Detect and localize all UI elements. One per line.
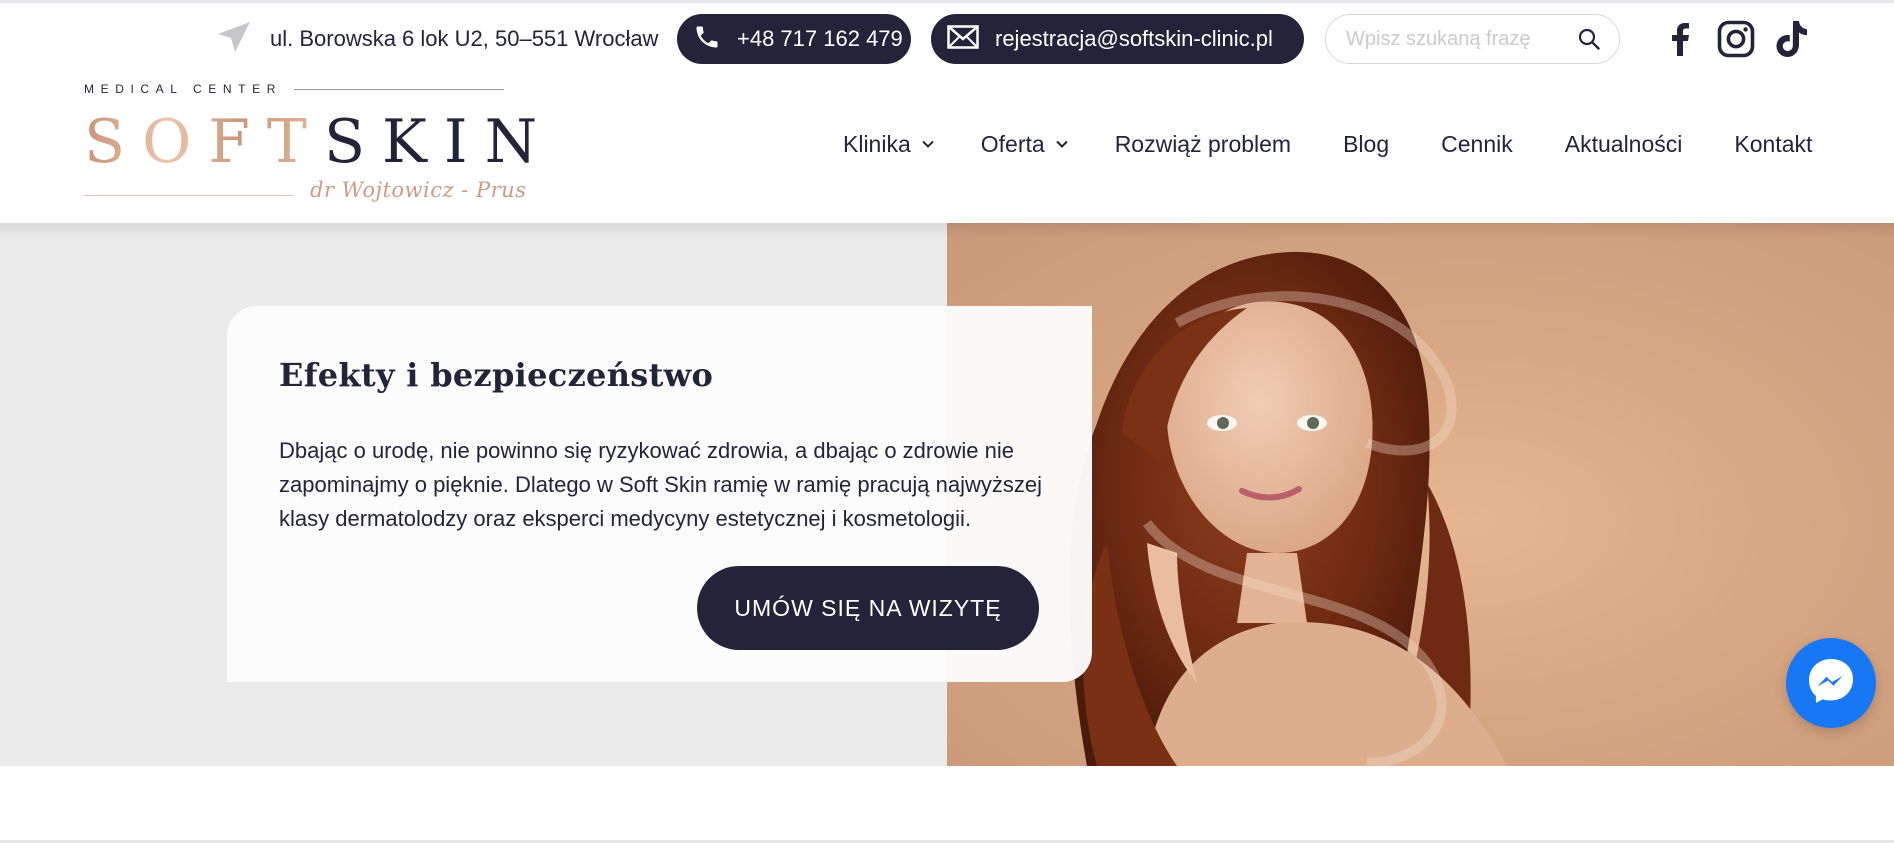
nav-item-cennik[interactable]: Cennik bbox=[1441, 131, 1513, 158]
messenger-icon bbox=[1805, 655, 1857, 712]
envelope-icon bbox=[947, 24, 979, 54]
nav-item-label: Oferta bbox=[980, 130, 1045, 157]
email-button[interactable]: rejestracja@softskin-clinic.pl bbox=[931, 14, 1304, 64]
nav-item-label: Blog bbox=[1343, 130, 1390, 157]
nav-item-label: Klinika bbox=[843, 130, 911, 157]
address-block: ul. Borowska 6 lok U2, 50–551 Wrocław bbox=[216, 20, 659, 59]
location-arrow-icon bbox=[216, 20, 252, 59]
nav-item-rozwiaz-problem[interactable]: Rozwiąż problem bbox=[1115, 131, 1291, 158]
hero-card: Efekty i bezpieczeństwo Dbając o urodę, … bbox=[227, 306, 1092, 682]
logo-divider-bottom bbox=[84, 195, 294, 196]
logo-wordmark: SOFTSKIN bbox=[84, 112, 554, 172]
nav-item-label: Kontakt bbox=[1734, 130, 1813, 157]
hero-description: Dbając o urodę, nie powinno się ryzykowa… bbox=[279, 438, 1042, 531]
phone-button[interactable]: +48 717 162 479 bbox=[677, 14, 911, 64]
chevron-down-icon bbox=[921, 139, 935, 149]
logo-kicker: MEDICAL CENTER bbox=[84, 82, 282, 96]
main-nav: Klinika Oferta Rozwiąż problem Blog Cenn… bbox=[843, 126, 1812, 162]
phone-number: +48 717 162 479 bbox=[737, 26, 903, 51]
logo-signature: dr Wojtowicz - Prus bbox=[310, 178, 527, 202]
chevron-down-icon bbox=[1055, 139, 1069, 149]
logo-divider-top bbox=[294, 89, 504, 90]
nav-item-kontakt[interactable]: Kontakt bbox=[1734, 131, 1812, 158]
logo-word-soft: SOFT bbox=[84, 107, 324, 177]
nav-item-label: Cennik bbox=[1441, 130, 1513, 157]
nav-item-blog[interactable]: Blog bbox=[1343, 131, 1389, 158]
logo[interactable]: MEDICAL CENTER SOFTSKIN dr Wojtowicz - P… bbox=[84, 80, 537, 212]
book-visit-button[interactable]: UMÓW SIĘ NA WIZYTĘ bbox=[697, 566, 1039, 650]
nav-item-label: Rozwiąż problem bbox=[1114, 130, 1292, 157]
instagram-icon[interactable] bbox=[1716, 18, 1756, 60]
facebook-icon[interactable] bbox=[1660, 18, 1700, 60]
nav-item-oferta[interactable]: Oferta bbox=[981, 131, 1069, 158]
nav-item-klinika[interactable]: Klinika bbox=[843, 131, 935, 158]
nav-item-label: Aktualności bbox=[1564, 130, 1683, 157]
hero-title: Efekty i bezpieczeństwo bbox=[279, 356, 714, 394]
logo-word-skin: SKIN bbox=[323, 107, 555, 177]
messenger-chat-button[interactable] bbox=[1786, 638, 1876, 728]
phone-icon bbox=[693, 23, 721, 56]
search-icon[interactable] bbox=[1577, 27, 1601, 51]
tiktok-icon[interactable] bbox=[1772, 18, 1812, 60]
email-address: rejestracja@softskin-clinic.pl bbox=[995, 26, 1273, 51]
address-text: ul. Borowska 6 lok U2, 50–551 Wrocław bbox=[270, 26, 659, 51]
top-border bbox=[0, 0, 1894, 3]
search-input[interactable] bbox=[1346, 27, 1561, 51]
nav-item-aktualnosci[interactable]: Aktualności bbox=[1565, 131, 1683, 158]
search-box bbox=[1325, 14, 1620, 64]
